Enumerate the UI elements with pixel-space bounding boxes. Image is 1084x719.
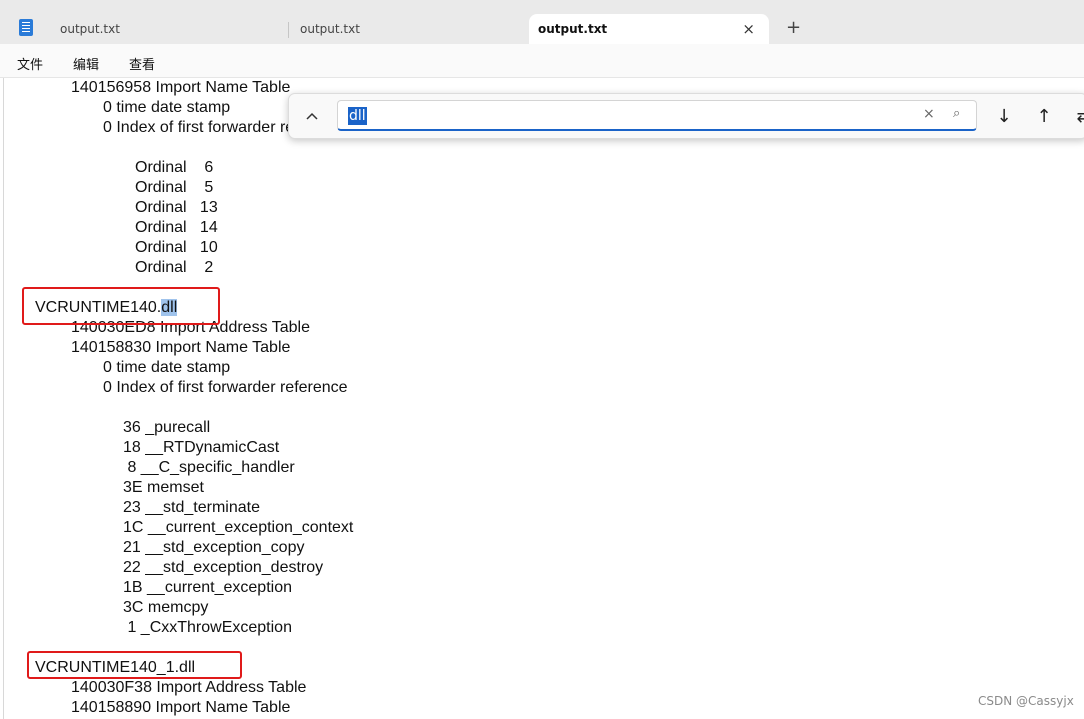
text-line: 1 _CxxThrowException xyxy=(123,619,292,636)
text-line: 140158890 Import Name Table xyxy=(71,699,291,716)
tab-label: output.txt xyxy=(60,22,120,36)
replace-toggle-icon[interactable]: ⇄ xyxy=(1069,94,1084,138)
find-previous-icon[interactable]: ↑ xyxy=(1029,94,1059,138)
menu-bar: 文件 编辑 查看 xyxy=(0,44,1084,78)
menu-view[interactable]: 查看 xyxy=(129,54,155,73)
text-line: 140156958 Import Name Table xyxy=(71,79,291,96)
watermark: CSDN @Cassyjx xyxy=(978,694,1074,708)
text-line: Ordinal 5 xyxy=(135,179,214,196)
menu-file[interactable]: 文件 xyxy=(17,54,43,73)
chevron-up-icon[interactable] xyxy=(297,94,327,138)
text-editor-area[interactable]: 140156958 Import Name Table 0 time date … xyxy=(3,78,1084,719)
text-line: 140030F38 Import Address Table xyxy=(71,679,307,696)
text-line: Ordinal 6 xyxy=(135,159,214,176)
menu-edit[interactable]: 编辑 xyxy=(73,54,99,73)
new-tab-button[interactable]: + xyxy=(786,17,801,39)
text-line: 0 time date stamp xyxy=(103,359,231,376)
text-line: 3C memcpy xyxy=(123,599,209,616)
clear-icon[interactable]: × xyxy=(923,106,935,122)
text-line: Ordinal 13 xyxy=(135,199,218,216)
text-line: 1B __current_exception xyxy=(123,579,292,596)
text-line: 3E memset xyxy=(123,479,204,496)
tab-label: output.txt xyxy=(300,22,360,36)
notepad-app-icon xyxy=(19,19,33,36)
search-icon[interactable]: ⌕ xyxy=(953,106,960,121)
text-line: Ordinal 10 xyxy=(135,239,218,256)
find-next-icon[interactable]: ↓ xyxy=(989,94,1019,138)
tab-output-2[interactable]: output.txt xyxy=(300,14,526,44)
text-line: 140158830 Import Name Table xyxy=(71,339,291,356)
tab-output-active[interactable]: output.txt × xyxy=(529,14,769,44)
annotation-box-vcruntime140 xyxy=(22,287,220,325)
tab-divider xyxy=(288,22,289,38)
text-line: 21 __std_exception_copy xyxy=(123,539,305,556)
text-line: 1C __current_exception_context xyxy=(123,519,354,536)
text-line: 22 __std_exception_destroy xyxy=(123,559,324,576)
close-icon[interactable]: × xyxy=(742,14,755,44)
tab-output-1[interactable]: output.txt xyxy=(60,14,286,44)
annotation-box-vcruntime140-1 xyxy=(27,651,242,679)
text-line: 18 __RTDynamicCast xyxy=(123,439,280,456)
find-input[interactable]: dll × ⌕ xyxy=(337,100,977,131)
text-line: Ordinal 2 xyxy=(135,259,214,276)
text-line: 8 __C_specific_handler xyxy=(123,459,295,476)
text-line: 36 _purecall xyxy=(123,419,211,436)
tab-bar: output.txt output.txt output.txt × + xyxy=(0,0,1084,44)
text-line: 23 __std_terminate xyxy=(123,499,260,516)
text-line: 0 time date stamp xyxy=(103,99,231,116)
text-line: 0 Index of first forwarder reference xyxy=(103,379,348,396)
text-line: Ordinal 14 xyxy=(135,219,218,236)
tab-label: output.txt xyxy=(538,22,608,36)
find-bar: dll × ⌕ ↓ ↑ ⇄ xyxy=(288,93,1084,139)
find-query: dll xyxy=(348,107,367,125)
